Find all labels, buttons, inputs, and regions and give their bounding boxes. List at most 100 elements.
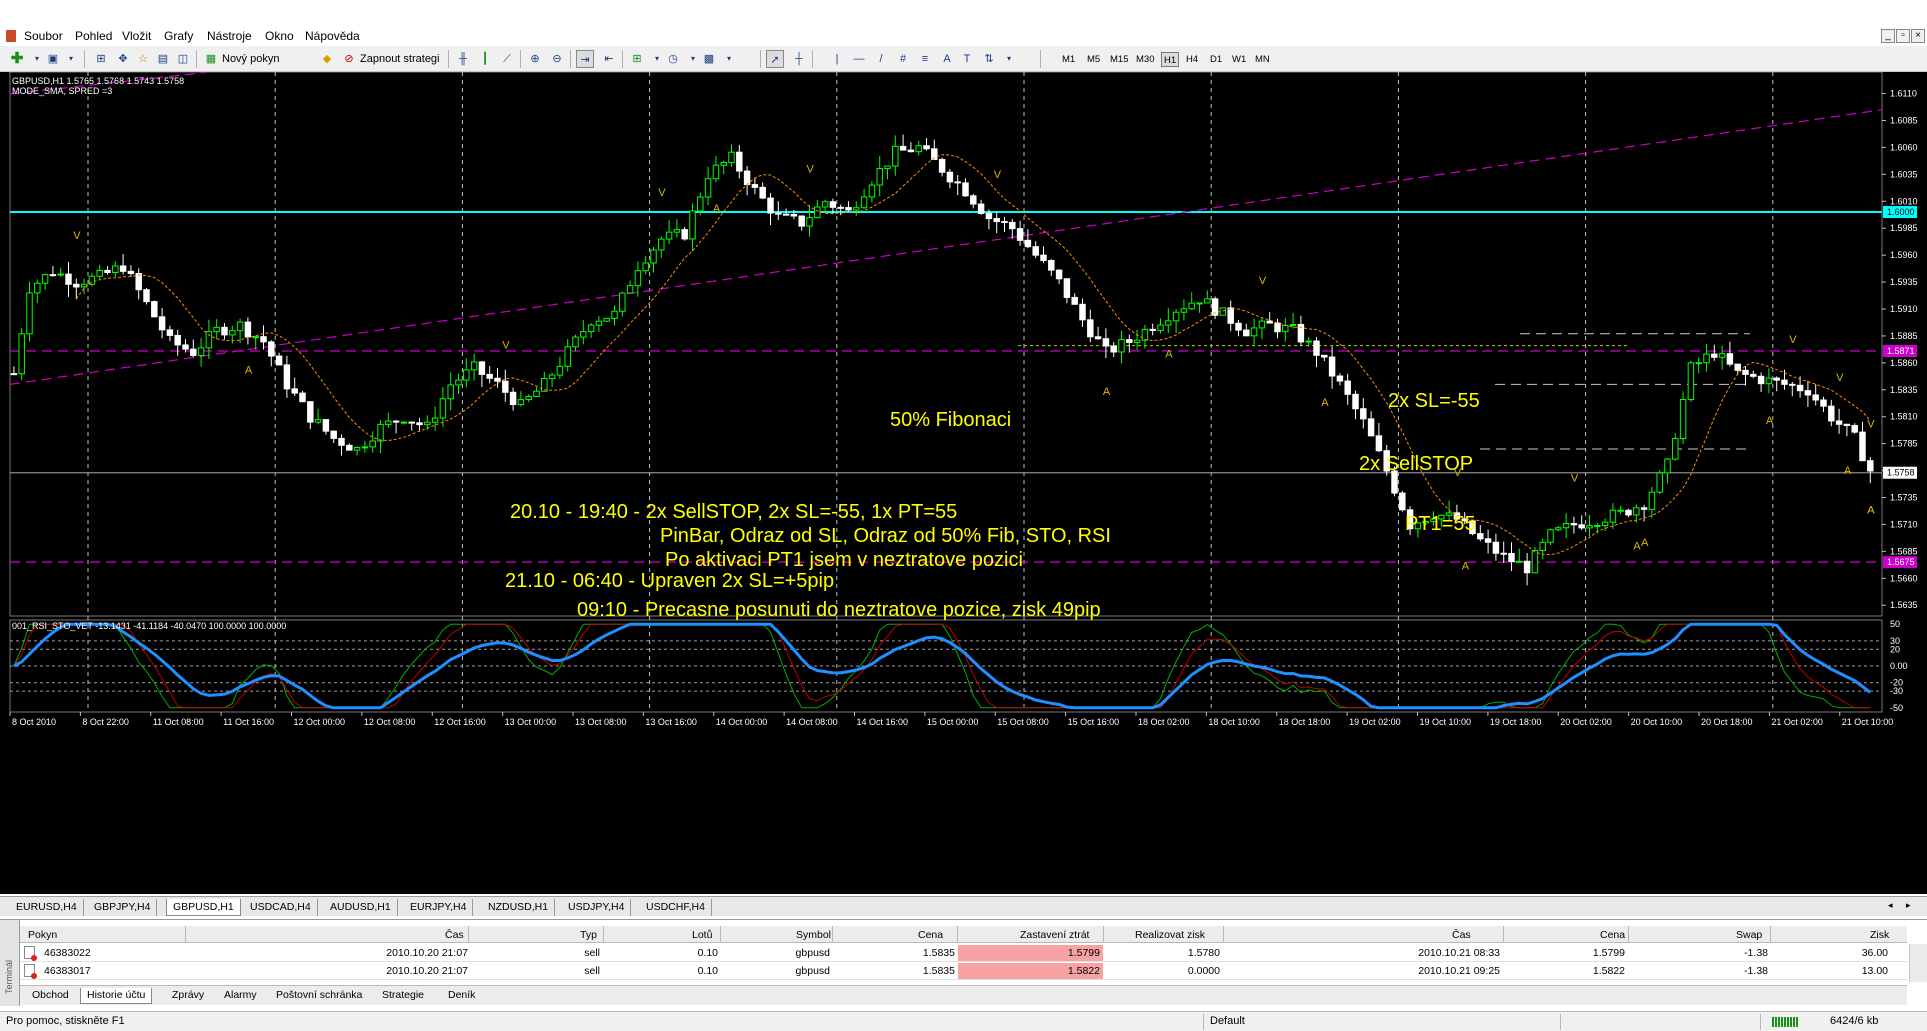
col-header-cena[interactable]: Cena xyxy=(918,928,943,942)
chart-tab-audusd-h1[interactable]: AUDUSD,H1 xyxy=(324,899,398,916)
terminal-tab-obchod[interactable]: Obchod xyxy=(26,988,75,1004)
chart-window[interactable]: VAVVAVVAAVAVVAAAAVVAAVA 1.6110 1.6085 1.60… xyxy=(0,72,1927,894)
col-header-symbol[interactable]: Symbol xyxy=(796,928,831,942)
terminal-scrollbar[interactable] xyxy=(1909,944,1927,982)
col-header-cas[interactable]: Čas xyxy=(445,928,464,942)
close-button[interactable]: × xyxy=(1911,29,1925,43)
candlestick-icon[interactable]: ┃ xyxy=(476,50,494,68)
candle-body xyxy=(1867,460,1874,472)
annotation-note-5: 09:10 - Precasne posunuti do neztratove … xyxy=(577,599,1101,621)
menu-soubor[interactable]: Soubor xyxy=(24,29,63,43)
col-header-pokyn[interactable]: Pokyn xyxy=(28,928,57,942)
auto-trading-icon[interactable]: ⊘ xyxy=(340,50,358,68)
timeframe-d1[interactable]: D1 xyxy=(1208,52,1224,67)
cursor-icon[interactable]: ➚ xyxy=(766,50,784,68)
tab-scroll-right-icon[interactable]: ▸ xyxy=(1906,900,1911,911)
market-watch-icon[interactable]: ⊞ xyxy=(92,50,110,68)
chart-tab-nzdusd-h1[interactable]: NZDUSD,H1 xyxy=(482,899,556,916)
timeframe-m5[interactable]: M5 xyxy=(1085,52,1102,67)
new-order-button[interactable]: Nový pokyn xyxy=(222,50,279,68)
col-header-typ[interactable]: Typ xyxy=(580,928,597,942)
terminal-tab-zpravy[interactable]: Zprávy xyxy=(166,988,210,1004)
menu-napoveda[interactable]: Nápověda xyxy=(305,29,360,43)
candle-body xyxy=(127,270,135,275)
indicators-icon[interactable]: ⊞ xyxy=(628,50,646,68)
profiles-icon[interactable]: ▣ xyxy=(44,50,62,68)
chevron-down-icon[interactable]: ▾ xyxy=(720,50,738,68)
terminal-side-bar[interactable]: Terminál xyxy=(0,920,20,1006)
trendline-lower[interactable] xyxy=(9,109,1883,385)
table-row[interactable]: 46383017 2010.10.20 21:07 sell 0.10 gbpu… xyxy=(20,962,1907,980)
chart-tab-usdjpy-h4[interactable]: USDJPY,H4 xyxy=(562,899,632,916)
candle-body xyxy=(1672,437,1679,460)
candle-body xyxy=(977,203,985,214)
candle-body xyxy=(1071,296,1078,305)
timeframe-m1[interactable]: M1 xyxy=(1060,52,1077,67)
terminal-tab-historie[interactable]: Historie účtu xyxy=(80,988,153,1004)
templates-icon[interactable]: ▩ xyxy=(700,50,718,68)
strategy-tester-icon[interactable]: ◫ xyxy=(174,50,192,68)
col-header-lotu[interactable]: Lotů xyxy=(692,928,712,942)
col-header-take-profit[interactable]: Realizovat zisk xyxy=(1135,928,1205,942)
vertical-line-tool[interactable]: | xyxy=(828,50,846,68)
chart-tab-usdcad-h4[interactable]: USDCAD,H4 xyxy=(244,899,318,916)
chart-tab-gbpjpy-h4[interactable]: GBPJPY,H4 xyxy=(88,899,158,916)
terminal-tab-strategie[interactable]: Strategie xyxy=(376,988,430,1004)
data-window-icon[interactable]: ☆ xyxy=(134,50,152,68)
chart-tab-eurusd-h4[interactable]: EURUSD,H4 xyxy=(10,899,84,916)
channel-tool[interactable]: # xyxy=(894,50,912,68)
col-header-close-price[interactable]: Cena xyxy=(1600,928,1625,942)
terminal-tab-alarmy[interactable]: Alarmy xyxy=(218,988,263,1004)
auto-trading-button[interactable]: Zapnout strategie xyxy=(360,50,440,68)
new-chart-icon[interactable]: ✚ xyxy=(8,50,26,68)
menu-okno[interactable]: Okno xyxy=(265,29,294,43)
crosshair-icon[interactable]: ┼ xyxy=(790,50,808,68)
chart-tab-gbpusd-h1[interactable]: GBPUSD,H1 xyxy=(166,899,241,916)
trendline-tool[interactable]: / xyxy=(872,50,890,68)
timeframe-h4[interactable]: H4 xyxy=(1184,52,1200,67)
menu-nastroje[interactable]: Nástroje xyxy=(207,29,252,43)
col-header-close-time[interactable]: Čas xyxy=(1452,928,1471,942)
timeframe-m30[interactable]: M30 xyxy=(1134,52,1156,67)
periods-icon[interactable]: ◷ xyxy=(664,50,682,68)
arrows-icon[interactable]: ⇅ xyxy=(980,50,998,68)
fractal-marker: A xyxy=(1867,505,1875,517)
text-label-tool[interactable]: T xyxy=(958,50,976,68)
table-row[interactable]: 46383022 2010.10.20 21:07 sell 0.10 gbpu… xyxy=(20,944,1907,962)
terminal-tab-schranka[interactable]: Poštovní schránka xyxy=(270,988,368,1004)
auto-scroll-icon[interactable]: ⇥ xyxy=(576,50,594,68)
chart-tab-usdchf-h4[interactable]: USDCHF,H4 xyxy=(640,899,712,916)
col-header-swap[interactable]: Swap xyxy=(1736,928,1762,942)
col-header-zisk[interactable]: Zisk xyxy=(1870,928,1889,942)
timeframe-mn[interactable]: MN xyxy=(1253,52,1272,67)
text-tool[interactable]: A xyxy=(938,50,956,68)
col-header-stop-loss[interactable]: Zastavení ztrát xyxy=(1020,928,1089,942)
minimize-button[interactable]: _ xyxy=(1881,29,1895,43)
price-chart[interactable]: VAVVAV VAAVAV VAA AAVVAAVA 1.61101.60851.60… xyxy=(0,72,1927,894)
menu-grafy[interactable]: Grafy xyxy=(164,29,193,43)
timeframe-m15[interactable]: M15 xyxy=(1108,52,1130,67)
chevron-down-icon[interactable]: ▾ xyxy=(1000,50,1018,68)
bar-chart-icon[interactable]: ╫ xyxy=(454,50,472,68)
chart-tab-eurjpy-h4[interactable]: EURJPY,H4 xyxy=(404,899,474,916)
tab-scroll-left-icon[interactable]: ◂ xyxy=(1888,900,1893,911)
terminal-tab-denik[interactable]: Deník xyxy=(442,988,481,1004)
metaeditor-icon[interactable]: ◆ xyxy=(318,50,336,68)
navigator-icon[interactable]: ✥ xyxy=(114,50,132,68)
restore-button[interactable]: ▫ xyxy=(1896,29,1910,43)
line-chart-icon[interactable]: ⟋ xyxy=(498,50,516,68)
menu-pohled[interactable]: Pohled xyxy=(75,29,112,43)
chevron-down-icon[interactable]: ▾ xyxy=(62,50,80,68)
terminal-icon[interactable]: ▤ xyxy=(154,50,172,68)
horizontal-line-tool[interactable]: — xyxy=(850,50,868,68)
timeframe-w1[interactable]: W1 xyxy=(1230,52,1248,67)
fibonacci-tool[interactable]: ≡ xyxy=(916,50,934,68)
candle-body xyxy=(392,420,400,423)
new-order-icon[interactable]: ▦ xyxy=(202,50,220,68)
chart-shift-icon[interactable]: ⇤ xyxy=(600,50,618,68)
timeframe-h1[interactable]: H1 xyxy=(1161,52,1180,67)
zoom-out-icon[interactable]: ⊖ xyxy=(548,50,566,68)
zoom-in-icon[interactable]: ⊕ xyxy=(526,50,544,68)
menu-vlozit[interactable]: Vložit xyxy=(122,29,151,43)
candle-body xyxy=(868,184,876,198)
